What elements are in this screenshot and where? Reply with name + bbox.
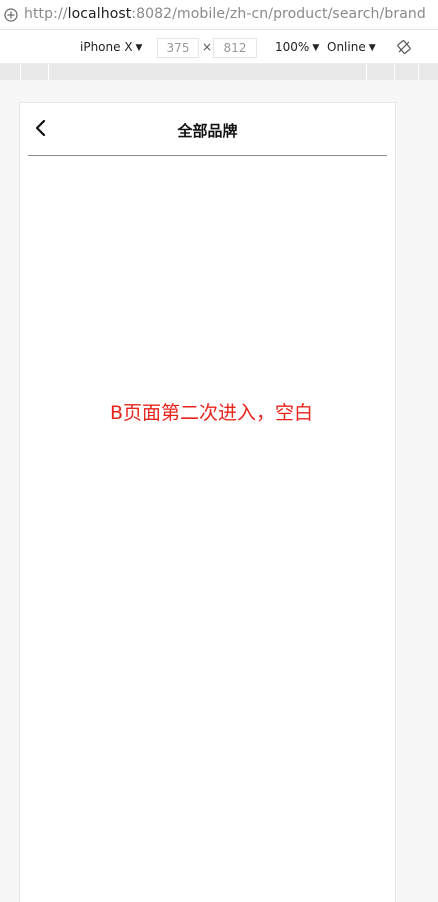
zoom-label: 100% [275, 40, 310, 54]
nav-bar: 全部品牌 [20, 103, 395, 155]
device-viewport: 全部品牌 [19, 102, 396, 902]
page-title: 全部品牌 [177, 122, 238, 140]
device-caret-icon: ▼ [135, 43, 143, 53]
network-caret-icon: ▼ [368, 43, 376, 53]
media-query-ruler[interactable] [0, 64, 438, 80]
device-toolbar: iPhone X ▼ 375 × 812 100% ▼ Online ▼ [0, 30, 438, 64]
site-info-icon[interactable] [4, 8, 18, 22]
width-input[interactable]: 375 [157, 38, 199, 58]
ruler-segment[interactable] [418, 64, 419, 80]
device-select[interactable]: iPhone X ▼ [80, 40, 142, 54]
zoom-select[interactable]: 100% ▼ [275, 40, 319, 54]
ruler-segment[interactable] [394, 64, 395, 80]
zoom-caret-icon: ▼ [312, 43, 320, 53]
ruler-segment[interactable] [366, 64, 367, 80]
rotate-icon[interactable] [397, 40, 411, 54]
network-select[interactable]: Online ▼ [327, 40, 376, 54]
address-bar[interactable]: http://localhost:8082/mobile/zh-cn/produ… [0, 0, 438, 30]
url-prefix: http:// [24, 6, 68, 22]
url-host: localhost [67, 6, 132, 22]
network-label: Online [327, 40, 366, 54]
device-label: iPhone X [80, 40, 133, 54]
nav-divider [28, 155, 387, 156]
url-path: :8082/mobile/zh-cn/product/search/brand [131, 6, 426, 22]
ruler-segment[interactable] [20, 64, 21, 80]
ruler-segment[interactable] [48, 64, 49, 80]
url-text[interactable]: http://localhost:8082/mobile/zh-cn/produ… [24, 6, 426, 22]
annotation-text: B页面第二次进入，空白 [110, 402, 314, 424]
dimension-separator: × [202, 40, 213, 54]
height-input[interactable]: 812 [213, 38, 257, 58]
